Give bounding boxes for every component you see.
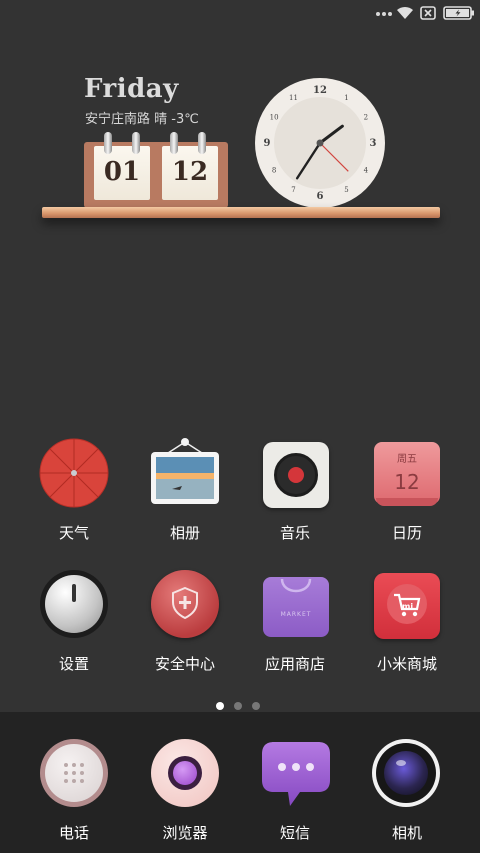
clock-numeral: 8 bbox=[272, 167, 276, 175]
calendar-date: 12 bbox=[394, 470, 420, 494]
clock-numeral: 5 bbox=[344, 186, 348, 194]
clock-numeral: 4 bbox=[364, 167, 369, 175]
page-dot[interactable] bbox=[234, 702, 242, 710]
app-label-music: 音乐 bbox=[279, 524, 310, 542]
clock-numeral: 9 bbox=[264, 138, 271, 149]
binder-ring-icon bbox=[132, 132, 140, 154]
app-label-app-store: 应用商店 bbox=[264, 655, 325, 673]
clock-numeral: 11 bbox=[289, 94, 298, 102]
dock-label-messages: 短信 bbox=[279, 824, 310, 842]
phone-keypad-icon[interactable] bbox=[40, 739, 108, 807]
security-shield-icon[interactable] bbox=[151, 570, 219, 638]
umbrella-weather-icon[interactable] bbox=[38, 437, 110, 512]
app-label-weather: 天气 bbox=[58, 524, 89, 542]
clock-numeral: 2 bbox=[364, 114, 368, 122]
bag-handle-icon bbox=[280, 578, 312, 593]
photo-frame-hanger-icon bbox=[151, 438, 219, 504]
widget-date: 12 bbox=[162, 146, 218, 200]
settings-dial-icon[interactable] bbox=[40, 570, 108, 638]
mi-cart-icon[interactable]: mi bbox=[374, 573, 440, 639]
page-indicator[interactable] bbox=[216, 702, 260, 710]
binder-ring-icon bbox=[198, 132, 206, 154]
record-player-icon[interactable] bbox=[263, 442, 329, 508]
calendar-icon[interactable]: 周五 12 bbox=[374, 442, 440, 508]
wifi-icon bbox=[397, 6, 413, 19]
flip-calendar-widget[interactable]: 01 12 bbox=[84, 132, 228, 208]
browser-core bbox=[173, 761, 197, 785]
clock-numeral: 3 bbox=[370, 138, 377, 149]
wooden-shelf bbox=[42, 207, 440, 218]
dock-label-browser: 浏览器 bbox=[162, 824, 208, 842]
widget-location-weather: 安宁庄南路 晴 -3℃ bbox=[85, 112, 199, 127]
record-label bbox=[288, 467, 304, 483]
widget-day: Friday bbox=[84, 74, 179, 104]
shield-plus-icon bbox=[172, 587, 198, 619]
page-dot[interactable] bbox=[252, 702, 260, 710]
clock-numeral: 6 bbox=[317, 191, 324, 202]
clock-numeral: 10 bbox=[270, 114, 279, 122]
clock-numeral: 7 bbox=[291, 186, 295, 194]
camera-lens-glass bbox=[384, 751, 428, 795]
keypad-dots-icon bbox=[64, 763, 84, 783]
no-sim-icon bbox=[420, 6, 436, 20]
clock-numeral: 1 bbox=[344, 94, 348, 102]
analog-clock[interactable]: 121234567891011 bbox=[254, 77, 386, 209]
battery-charging-icon bbox=[443, 6, 474, 20]
calendar-weekday: 周五 bbox=[397, 454, 417, 465]
mi-badge-text: mi bbox=[402, 602, 414, 611]
binder-ring-icon bbox=[104, 132, 112, 154]
clock-center-pin bbox=[316, 139, 324, 147]
more-dots-icon bbox=[376, 12, 392, 16]
widget-month: 01 bbox=[94, 146, 150, 200]
app-label-security: 安全中心 bbox=[154, 655, 215, 673]
camera-lens-glint bbox=[396, 760, 406, 766]
calendar-page-edge bbox=[376, 498, 438, 506]
clock-numeral: 12 bbox=[313, 85, 327, 96]
photo-frame-icon[interactable] bbox=[150, 437, 220, 507]
message-bubble-icon[interactable] bbox=[260, 740, 332, 810]
settings-dial-pointer bbox=[72, 584, 76, 602]
dock-label-camera: 相机 bbox=[391, 824, 422, 842]
app-label-gallery: 相册 bbox=[169, 524, 200, 542]
dock-label-phone: 电话 bbox=[58, 824, 89, 842]
page-dot[interactable] bbox=[216, 702, 224, 710]
browser-icon[interactable] bbox=[151, 739, 219, 807]
app-label-calendar: 日历 bbox=[391, 524, 422, 542]
app-label-settings: 设置 bbox=[58, 655, 89, 673]
binder-ring-icon bbox=[170, 132, 178, 154]
app-label-mi-mall: 小米商城 bbox=[376, 655, 437, 673]
camera-lens-icon[interactable] bbox=[372, 739, 440, 807]
shopping-bag-icon[interactable]: MARKET bbox=[263, 573, 329, 639]
bag-text: MARKET bbox=[280, 611, 312, 618]
